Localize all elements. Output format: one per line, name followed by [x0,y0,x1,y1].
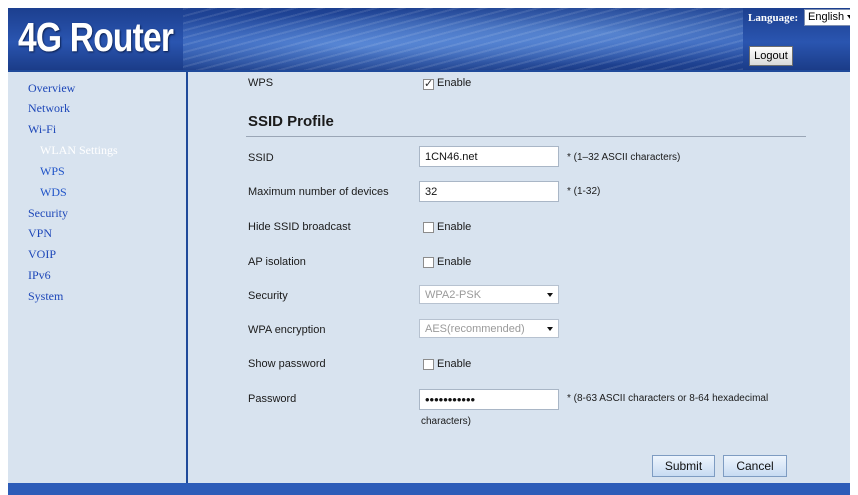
hide-ssid-enable-text: Enable [437,221,472,233]
password-hint-continued: characters) [421,416,472,427]
section-divider [246,136,806,137]
max-devices-label: Maximum number of devices [248,186,389,198]
header-banner: 4G Router Language: English Logout [8,8,850,70]
submit-button[interactable]: Submit [652,455,715,477]
sidebar-item-wifi[interactable]: Wi-Fi [28,122,56,137]
sidebar-item-vpn[interactable]: VPN [28,226,52,241]
show-password-label: Show password [248,358,326,370]
language-label: Language: [748,12,799,24]
footer-bar [8,483,850,495]
password-input[interactable]: ••••••••••• [419,389,559,410]
show-password-enable-text: Enable [437,358,472,370]
header-decoration [183,8,743,70]
logout-button[interactable]: Logout [749,46,793,66]
cancel-button[interactable]: Cancel [723,455,787,477]
router-logo: 4G Router [18,14,174,60]
wps-enable-text: Enable [437,77,472,89]
language-value: English [808,11,845,23]
password-hint: * (8-63 ASCII characters or 8-64 hexadec… [567,393,769,404]
ap-isolation-checkbox[interactable] [423,257,434,268]
hide-ssid-label: Hide SSID broadcast [248,221,351,233]
sidebar-item-system[interactable]: System [28,289,63,304]
max-devices-input[interactable]: 32 [419,181,559,202]
language-select[interactable]: English [804,9,850,26]
hide-ssid-checkbox[interactable] [423,222,434,233]
chevron-down-icon [547,293,553,297]
wps-checkbox[interactable] [423,77,434,90]
sidebar-item-wps[interactable]: WPS [40,164,65,179]
password-label: Password [248,393,297,405]
sidebar-divider [186,72,188,483]
ap-isolation-label: AP isolation [248,256,306,268]
sidebar-item-network[interactable]: Network [28,101,70,116]
wps-label: WPS [248,77,274,89]
ssid-label: SSID [248,152,274,164]
sidebar-item-security[interactable]: Security [28,206,68,221]
max-devices-hint: * (1-32) [567,186,601,197]
ssid-input[interactable]: 1CN46.net [419,146,559,167]
security-label: Security [248,290,288,302]
sidebar-item-overview[interactable]: Overview [28,81,75,96]
wpa-encryption-value: AES(recommended) [425,323,525,335]
ap-isolation-enable-text: Enable [437,256,472,268]
sidebar-item-ipv6[interactable]: IPv6 [28,268,51,283]
sidebar-item-voip[interactable]: VOIP [28,247,56,262]
ssid-hint: * (1–32 ASCII characters) [567,152,681,163]
chevron-down-icon [847,15,850,19]
security-value: WPA2-PSK [425,289,482,301]
security-select[interactable]: WPA2-PSK [419,285,559,304]
show-password-checkbox[interactable] [423,359,434,370]
sidebar-item-wds[interactable]: WDS [40,185,67,200]
sidebar-item-wlan-settings[interactable]: WLAN Settings [40,143,118,158]
wpa-encryption-select[interactable]: AES(recommended) [419,319,559,338]
chevron-down-icon [547,327,553,331]
section-title: SSID Profile [248,113,334,130]
wpa-encryption-label: WPA encryption [248,324,326,336]
header-divider [8,70,850,72]
